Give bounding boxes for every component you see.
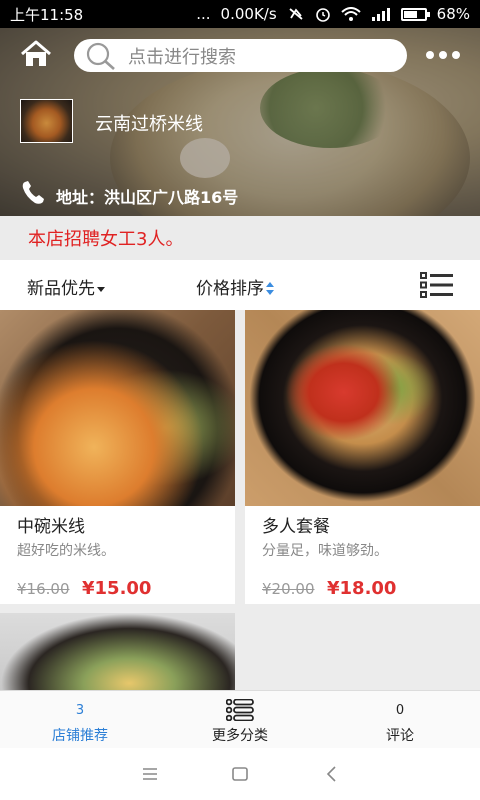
battery-percent: 68% (436, 5, 470, 23)
tab-label: 店铺推荐 (52, 728, 108, 744)
network-speed: 0.00K/s (220, 5, 277, 23)
signal-icon (371, 8, 390, 21)
product-old-price: ¥20.00 (262, 580, 315, 598)
home-nav-icon[interactable] (228, 762, 252, 786)
shop-name: 云南过桥米线 (95, 114, 203, 135)
product-desc: 超好吃的米线。 (17, 543, 115, 559)
alarm-icon (315, 8, 330, 22)
product-name: 多人套餐 (262, 517, 330, 537)
battery-icon (400, 7, 430, 21)
tab-more-categories[interactable]: 更多分类 (160, 691, 320, 749)
notice-text: 本店招聘女工3人。 (28, 229, 184, 250)
sort-newest-label: 新品优先 (27, 279, 95, 299)
tab-label: 评论 (386, 728, 414, 744)
sort-newest-button[interactable]: 新品优先 (27, 274, 105, 299)
product-price: ¥15.00 (82, 578, 152, 599)
bottom-tab-bar: 3 店铺推荐 更多分类 0 评论 (0, 690, 480, 748)
shop-address: 地址：洪山区广八路16号 (56, 188, 239, 207)
tab-comments[interactable]: 0 评论 (320, 691, 480, 749)
menu-icon[interactable] (138, 762, 162, 786)
sort-price-label: 价格排序 (196, 279, 264, 299)
product-image (0, 613, 235, 690)
status-dots: ... (196, 5, 211, 23)
phone-icon[interactable] (20, 180, 48, 206)
sort-arrows-icon (266, 282, 274, 296)
shop-avatar (20, 99, 73, 143)
shop-notice: 本店招聘女工3人。 (0, 216, 480, 260)
mute-icon (289, 8, 303, 20)
more-options-button[interactable] (426, 46, 462, 64)
caret-down-icon (97, 286, 105, 292)
product-card[interactable]: 多人套餐 分量足，味道够劲。 ¥20.00 ¥18.00 (245, 310, 480, 604)
product-price: ¥18.00 (327, 578, 397, 599)
status-bar: 上午11:58 ... 0.00K/s 68% (0, 0, 480, 28)
tab-count: 0 (395, 703, 405, 718)
product-name: 中碗米线 (17, 517, 85, 537)
product-old-price: ¥16.00 (17, 580, 70, 598)
product-image (0, 310, 235, 506)
category-list-icon (226, 699, 254, 721)
product-card[interactable]: 中碗米线 超好吃的米线。 ¥16.00 ¥15.00 (0, 310, 235, 604)
sort-bar: 新品优先 价格排序 (0, 260, 480, 310)
list-view-icon[interactable] (420, 271, 454, 299)
tab-count: 3 (75, 703, 85, 718)
search-icon (86, 42, 115, 70)
more-dots-icon (426, 51, 434, 59)
search-placeholder: 点击进行搜索 (128, 46, 236, 68)
product-desc: 分量足，味道够劲。 (262, 543, 388, 559)
product-card[interactable] (0, 613, 235, 690)
back-icon[interactable] (320, 762, 344, 786)
status-time: 上午11:58 (10, 5, 84, 24)
wifi-icon (340, 6, 361, 21)
tab-shop-recommend[interactable]: 3 店铺推荐 (0, 691, 160, 749)
tab-label: 更多分类 (212, 728, 268, 744)
system-nav-bar (0, 748, 480, 800)
product-image (245, 310, 480, 506)
search-input[interactable]: 点击进行搜索 (74, 39, 407, 72)
sort-price-button[interactable]: 价格排序 (196, 274, 274, 299)
home-icon[interactable] (20, 40, 52, 68)
